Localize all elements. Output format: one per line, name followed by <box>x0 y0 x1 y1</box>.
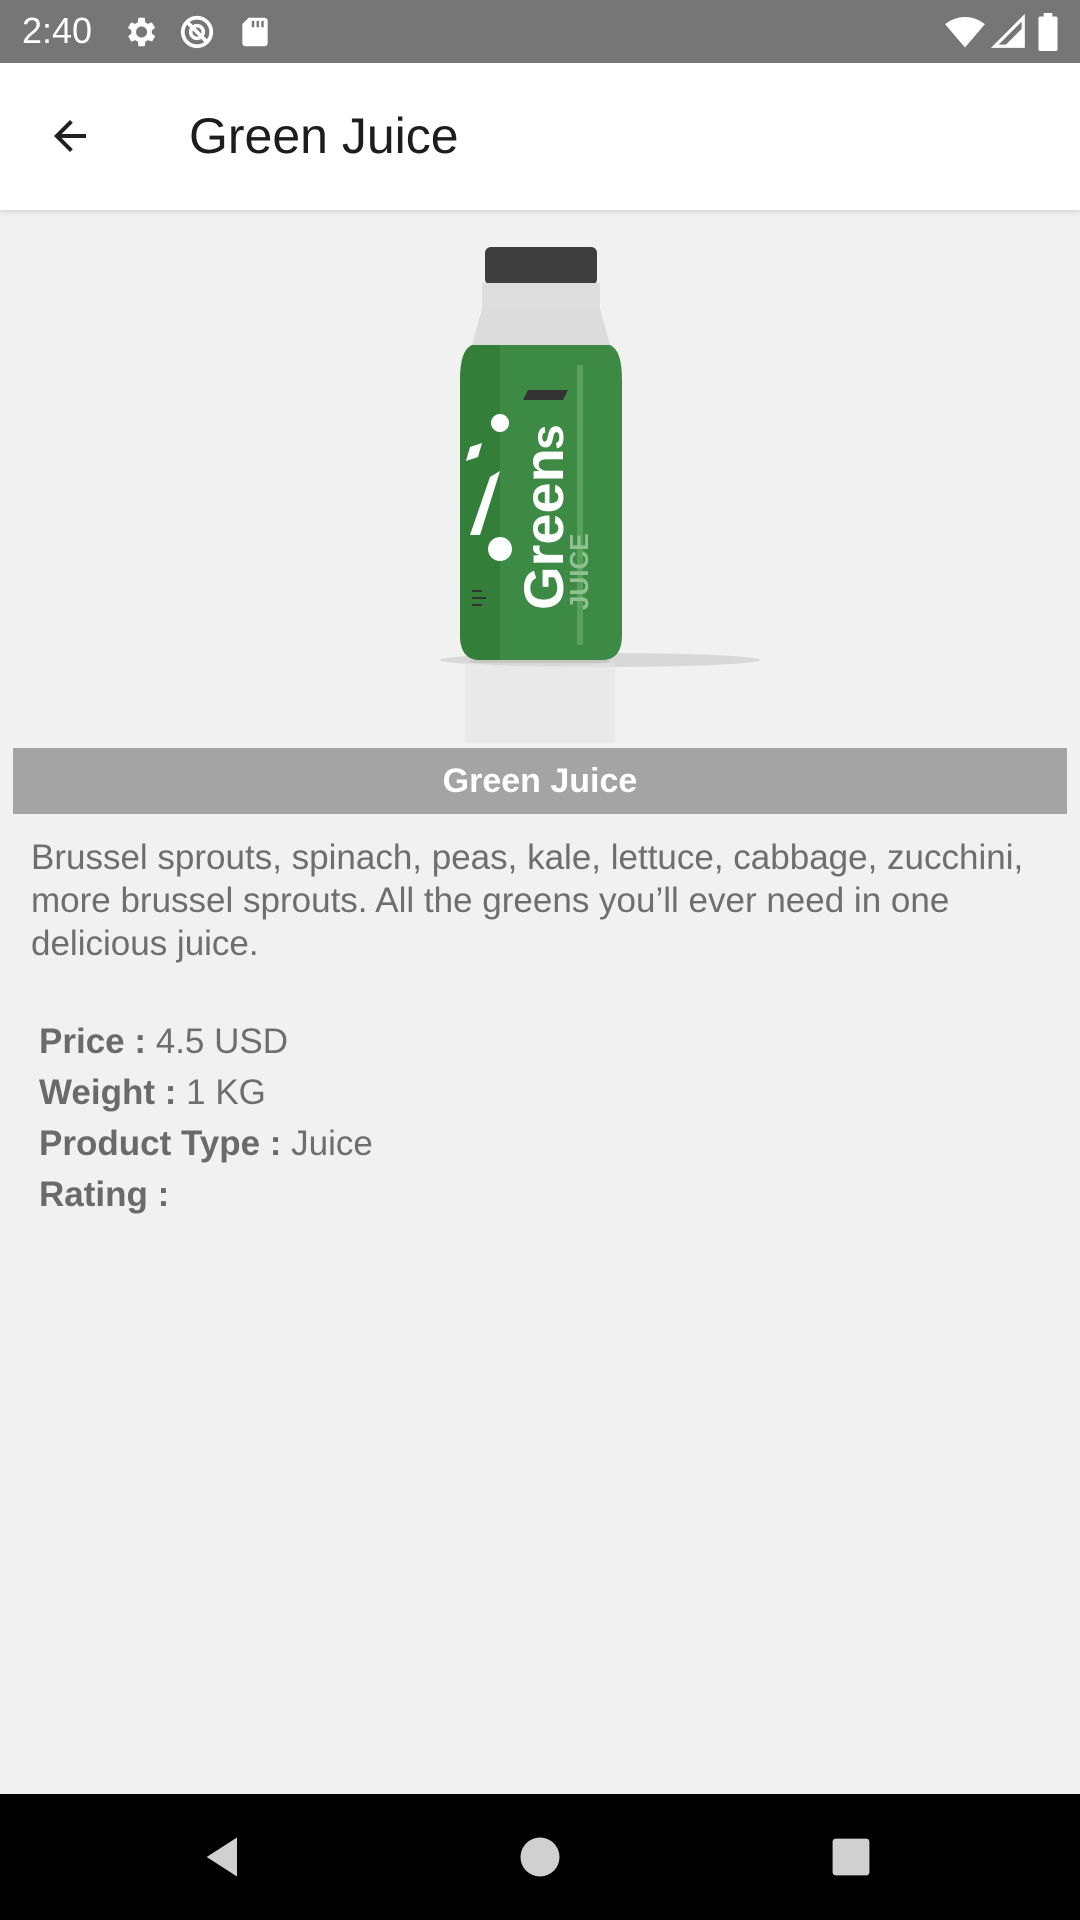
home-circle-icon <box>520 1837 560 1877</box>
price-row: Price : 4.5 USD <box>39 1016 373 1067</box>
system-nav-bar <box>0 1794 1080 1920</box>
product-type-label: Product Type : <box>39 1124 282 1163</box>
back-button[interactable] <box>30 96 110 176</box>
battery-icon <box>1036 13 1062 52</box>
svg-text:s: s <box>521 424 573 450</box>
app-bar: Green Juice <box>0 63 1080 210</box>
product-type-value: Juice <box>291 1124 373 1163</box>
weight-label: Weight : <box>39 1073 177 1112</box>
nav-home-button[interactable] <box>507 1824 573 1890</box>
status-time: 2:40 <box>22 10 93 51</box>
svg-text:JUICE: JUICE <box>564 533 594 610</box>
signal-icon <box>990 13 1028 51</box>
gear-icon <box>121 13 159 51</box>
arrow-back-icon <box>54 120 86 152</box>
wifi-icon <box>944 13 986 51</box>
nav-recents-button[interactable] <box>818 1824 884 1890</box>
product-name-banner: Green Juice <box>13 748 1067 814</box>
nav-back-button[interactable] <box>191 1824 257 1890</box>
status-bar: 2:40 <box>0 0 1080 63</box>
product-type-row: Product Type : Juice <box>39 1118 373 1169</box>
price-label: Price : <box>39 1022 146 1061</box>
recents-square-icon <box>832 1838 870 1876</box>
product-description: Brussel sprouts, spinach, peas, kale, le… <box>31 838 1024 963</box>
screen: 2:40 Green Juice Green JUICE s Green Jui… <box>0 0 1080 1920</box>
sd-card-icon <box>236 13 274 51</box>
back-triangle-icon <box>206 1837 237 1877</box>
rating-row: Rating : <box>39 1169 373 1220</box>
product-name: Green Juice <box>442 761 638 800</box>
product-image: Green JUICE s <box>420 235 780 745</box>
page-title: Green Juice <box>189 108 459 164</box>
weight-value: 1 KG <box>186 1073 266 1112</box>
weight-row: Weight : 1 KG <box>39 1067 373 1118</box>
product-details: Price : 4.5 USD Weight : 1 KG Product Ty… <box>39 1016 373 1220</box>
price-value: 4.5 USD <box>155 1022 289 1061</box>
rating-label: Rating : <box>39 1175 170 1214</box>
no-disturb-icon <box>178 13 216 51</box>
